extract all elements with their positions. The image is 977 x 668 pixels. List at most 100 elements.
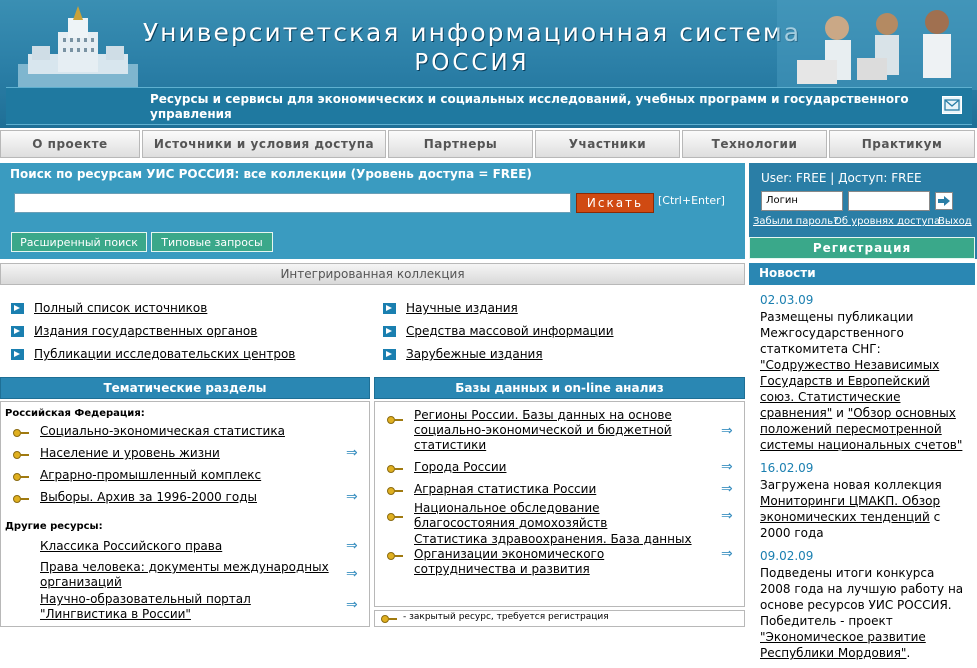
news-link[interactable]: "Экономическое развитие Республики Мордо… <box>760 630 926 660</box>
key-icon <box>387 513 403 521</box>
collection-title: Интегрированная коллекция <box>0 263 745 285</box>
key-icon <box>387 465 403 473</box>
database-link[interactable]: Города России <box>414 460 506 475</box>
go-arrow-icon[interactable]: ⇒ <box>346 598 360 612</box>
collection-panel: Полный список источников Издания государ… <box>0 286 745 372</box>
key-icon <box>387 416 403 424</box>
password-field[interactable] <box>848 191 930 211</box>
logout-link[interactable]: Выход <box>938 216 972 227</box>
nav-sources[interactable]: Источники и условия доступа <box>142 130 386 158</box>
database-link[interactable]: Статистика здравоохранения. База данных … <box>414 532 709 577</box>
key-icon <box>13 495 29 503</box>
news-text: и <box>832 406 848 420</box>
thematic-link[interactable]: Население и уровень жизни <box>40 446 220 461</box>
key-icon <box>387 552 403 560</box>
go-arrow-icon[interactable]: ⇒ <box>346 446 360 460</box>
go-arrow-icon[interactable]: ⇒ <box>721 547 735 561</box>
collection-link[interactable]: Полный список источников <box>34 301 207 315</box>
collection-item[interactable]: Зарубежные издания <box>383 347 543 361</box>
nav-partners[interactable]: Партнеры <box>388 130 533 158</box>
collection-link[interactable]: Зарубежные издания <box>406 347 543 361</box>
thematic-link[interactable]: Аграрно-промышленный комплекс <box>40 468 261 483</box>
arrow-icon <box>11 302 24 314</box>
university-building-image <box>18 6 138 88</box>
collection-link[interactable]: Средства массовой информации <box>406 324 614 338</box>
site-title: Университетская информационная система <box>142 18 802 47</box>
search-input[interactable] <box>14 193 571 213</box>
go-arrow-icon[interactable]: ⇒ <box>721 482 735 496</box>
news-item: Загружена новая коллекция Мониторинги ЦМ… <box>760 477 965 541</box>
nav-about[interactable]: О проекте <box>0 130 140 158</box>
advanced-search-button[interactable]: Расширенный поиск <box>11 232 147 252</box>
news-date: 09.02.09 <box>760 549 814 563</box>
site-header: Университетская информационная система Р… <box>0 0 977 128</box>
news-text: Размещены публикации Межгосударственного… <box>760 310 914 356</box>
thematic-link[interactable]: Классика Российского права <box>40 539 222 554</box>
collection-item[interactable]: Научные издания <box>383 301 518 315</box>
separator: | <box>830 171 839 185</box>
key-icon <box>381 615 397 623</box>
news-panel: 02.03.09 Размещены публикации Межгосудар… <box>749 289 977 668</box>
databases-panel: Регионы России. Базы данных на основе со… <box>374 401 745 607</box>
thematic-title: Тематические разделы <box>0 377 370 399</box>
key-icon <box>13 451 29 459</box>
collection-item[interactable]: Средства массовой информации <box>383 324 614 338</box>
collection-link[interactable]: Издания государственных органов <box>34 324 257 338</box>
main-nav: О проекте Источники и условия доступа Па… <box>0 130 977 158</box>
database-link[interactable]: Национальное обследование благосостояния… <box>414 501 704 531</box>
register-button[interactable]: Регистрация <box>749 237 975 259</box>
nav-practicum[interactable]: Практикум <box>829 130 975 158</box>
mail-icon[interactable] <box>942 96 962 114</box>
access-status: User: FREE | Доступ: FREE <box>761 171 922 185</box>
collection-item[interactable]: Полный список источников <box>11 301 207 315</box>
databases-title: Базы данных и on-line анализ <box>374 377 745 399</box>
collection-item[interactable]: Издания государственных органов <box>11 324 257 338</box>
go-arrow-icon[interactable]: ⇒ <box>721 509 735 523</box>
key-icon <box>13 429 29 437</box>
arrow-icon <box>383 302 396 314</box>
nav-technologies[interactable]: Технологии <box>682 130 827 158</box>
legend-text: - закрытый ресурс, требуется регистрация <box>403 612 609 622</box>
search-shortcut-hint: [Ctrl+Enter] <box>658 194 725 207</box>
collection-item[interactable]: Публикации исследовательских центров <box>11 347 295 361</box>
access-levels-link[interactable]: Об уровнях доступа <box>834 216 940 227</box>
go-arrow-icon[interactable]: ⇒ <box>346 539 360 553</box>
forgot-password-link[interactable]: Забыли пароль? <box>753 216 838 227</box>
news-date: 02.03.09 <box>760 293 814 307</box>
database-link[interactable]: Аграрная статистика России <box>414 482 596 497</box>
news-title: Новости <box>749 263 975 285</box>
search-panel: Поиск по ресурсам УИС РОССИЯ: все коллек… <box>0 163 745 259</box>
key-icon <box>13 473 29 481</box>
rf-heading: Российская Федерация: <box>5 408 145 419</box>
key-icon <box>387 487 403 495</box>
nav-participants[interactable]: Участники <box>535 130 680 158</box>
go-arrow-icon[interactable]: ⇒ <box>346 490 360 504</box>
thematic-link[interactable]: Научно-образовательный портал "Лингвисти… <box>40 592 340 622</box>
typical-queries-button[interactable]: Типовые запросы <box>151 232 273 252</box>
login-submit-button[interactable] <box>935 192 953 210</box>
thematic-link[interactable]: Социально-экономическая статистика <box>40 424 285 439</box>
news-item: Подведены итоги конкурса 2008 года на лу… <box>760 565 965 661</box>
collection-link[interactable]: Публикации исследовательских центров <box>34 347 295 361</box>
arrow-icon <box>383 325 396 337</box>
database-link[interactable]: Регионы России. Базы данных на основе со… <box>414 408 674 453</box>
collection-link[interactable]: Научные издания <box>406 301 518 315</box>
thematic-panel: Российская Федерация: Социально-экономич… <box>0 401 370 627</box>
login-field[interactable]: Логин <box>761 191 843 211</box>
news-text: Подведены итоги конкурса 2008 года на лу… <box>760 566 964 628</box>
news-text: Загружена новая коллекция <box>760 478 942 492</box>
search-title: Поиск по ресурсам УИС РОССИЯ: все коллек… <box>10 167 532 181</box>
arrow-icon <box>11 325 24 337</box>
news-text: . <box>906 646 911 660</box>
go-arrow-icon[interactable]: ⇒ <box>346 567 360 581</box>
search-button[interactable]: Искать <box>576 193 654 213</box>
news-link[interactable]: Мониторинги ЦМАКП. Обзор экономических т… <box>760 494 940 524</box>
go-arrow-icon[interactable]: ⇒ <box>721 424 735 438</box>
site-title-country: РОССИЯ <box>414 50 530 76</box>
thematic-link[interactable]: Выборы. Архив за 1996-2000 годы <box>40 490 257 505</box>
students-image <box>777 0 977 90</box>
news-item: Размещены публикации Межгосударственного… <box>760 309 965 453</box>
other-heading: Другие ресурсы: <box>5 521 103 532</box>
go-arrow-icon[interactable]: ⇒ <box>721 460 735 474</box>
thematic-link[interactable]: Права человека: документы международных … <box>40 560 330 590</box>
